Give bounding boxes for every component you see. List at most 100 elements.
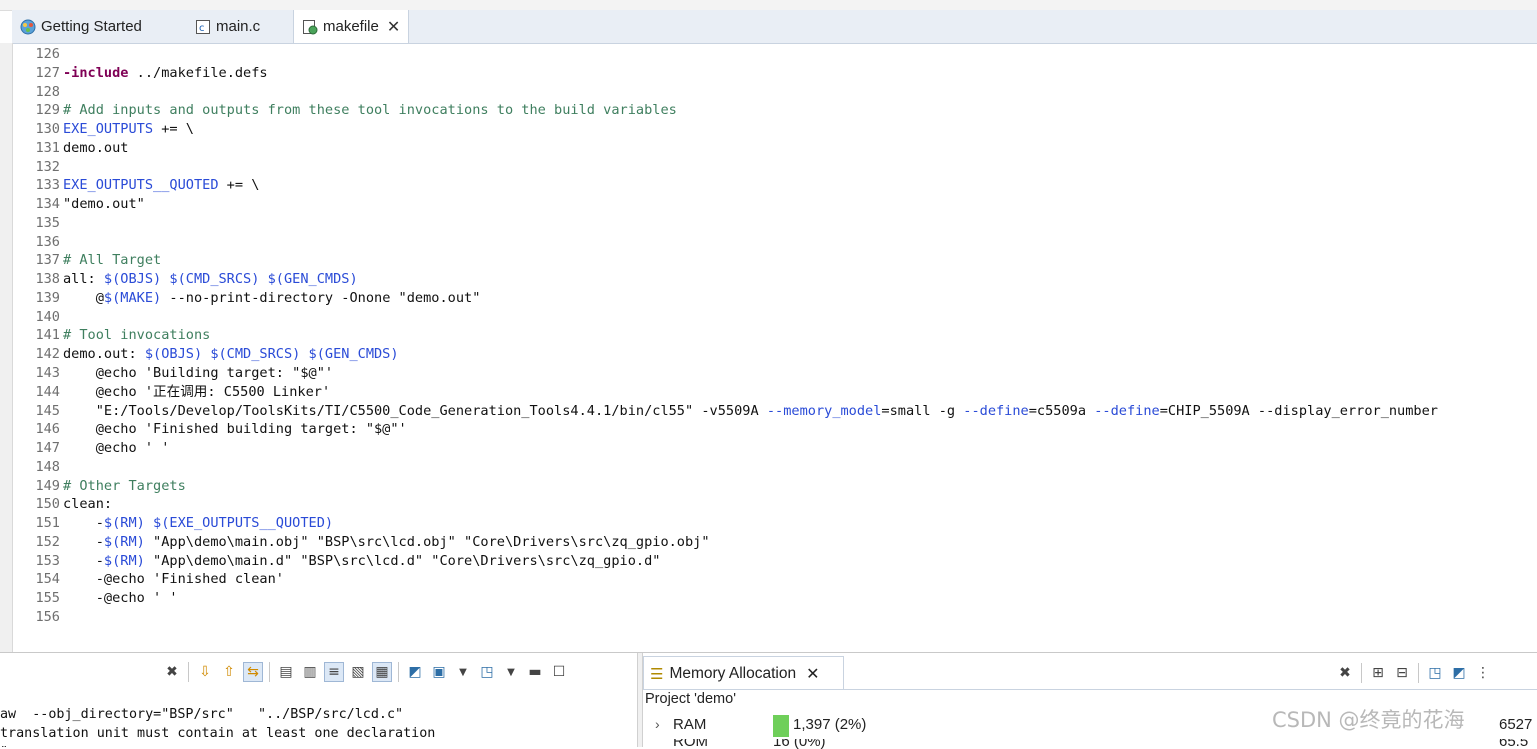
collapse-all-icon[interactable]: ⊟ <box>1392 663 1412 683</box>
memory-name: ROM <box>673 739 708 749</box>
code-token: @ <box>63 289 104 306</box>
dropdown-icon[interactable]: ▼ <box>501 662 521 682</box>
code-text: @$(MAKE) --no-print-directory -Onone "de… <box>63 289 481 308</box>
editor-tab-bar: Getting Started c main.c makefile ✕ <box>12 10 1537 44</box>
code-text: all: $(OBJS) $(CMD_SRCS) $(GEN_CMDS) <box>63 270 358 289</box>
line-number: 146 <box>35 421 60 438</box>
console-output[interactable]: aw --obj_directory="BSP/src" "../BSP/src… <box>0 705 615 747</box>
code-token: $(MAKE) <box>103 289 162 306</box>
code-text: @echo 'Building target: "$@"' <box>63 364 333 383</box>
code-token: $(OBJS) $(CMD_SRCS) $(GEN_CMDS) <box>144 346 399 363</box>
clear-console-icon[interactable]: ▧ <box>348 662 368 682</box>
close-icon[interactable]: ✕ <box>387 17 400 37</box>
tab-label: Memory Allocation <box>669 664 797 682</box>
code-text: clean: <box>63 495 112 514</box>
makefile-icon <box>302 19 318 35</box>
line-number: 131 <box>35 139 60 156</box>
console-toolbar: ✖ ⇩ ⇧ ⇆ ▤ ▥ ≡ ▧ ▦ ◩ ▣ ▼ ◳ ▼ ▬ ☐ <box>160 659 571 685</box>
tab-main-c[interactable]: c main.c <box>195 10 260 43</box>
line-number: 128 <box>35 83 60 100</box>
code-token: =c5509a <box>1028 402 1095 419</box>
code-token: "E:/Tools/Develop/ToolsKits/TI/C5500_Cod… <box>63 402 767 419</box>
line-number: 152 <box>35 533 60 550</box>
display-selected-console-icon[interactable]: ▣ <box>429 662 449 682</box>
code-token: - <box>63 533 104 550</box>
code-text: EXE_OUTPUTS__QUOTED += \ <box>63 176 259 195</box>
remove-icon[interactable]: ✖ <box>1335 663 1355 683</box>
open-console-icon[interactable]: ◳ <box>477 662 497 682</box>
code-text: -@echo 'Finished clean' <box>63 570 284 589</box>
memory-total: 6527 <box>1499 716 1533 733</box>
line-number: 129 <box>35 102 60 119</box>
tab-label: Getting Started <box>41 18 142 35</box>
line-number: 145 <box>35 402 60 419</box>
console-line: translation unit must contain at least o… <box>0 726 436 741</box>
code-token: - <box>63 515 104 532</box>
link-with-editor-icon[interactable]: ⇆ <box>243 662 263 682</box>
memory-total: 65.5 <box>1499 739 1529 749</box>
pin-icon[interactable]: ◩ <box>1449 663 1469 683</box>
code-text: # Tool invocations <box>63 326 210 345</box>
tab-memory-allocation[interactable]: ☰ Memory Allocation ✕ <box>643 656 844 690</box>
code-token: - <box>63 552 104 569</box>
dropdown-icon[interactable]: ▼ <box>453 662 473 682</box>
next-problem-icon[interactable]: ⇩ <box>195 662 215 682</box>
minimize-icon[interactable]: ▬ <box>525 662 545 682</box>
code-text: "demo.out" <box>63 195 145 214</box>
scroll-lock-icon[interactable]: ▦ <box>372 662 392 682</box>
code-token: "App\demo\main.obj" "BSP\src\lcd.obj" "C… <box>144 533 710 550</box>
line-number: 136 <box>35 233 60 250</box>
code-text: -include ../makefile.defs <box>63 64 268 83</box>
pin-console-icon[interactable]: ◩ <box>405 662 425 682</box>
show-console-icon[interactable]: ▤ <box>276 662 296 682</box>
close-icon[interactable]: ✕ <box>806 664 819 684</box>
code-token: # All Target <box>63 252 162 269</box>
code-token: @echo 'Finished building target: "$@"' <box>63 421 407 438</box>
maximize-icon[interactable]: ☐ <box>549 662 569 682</box>
code-editor[interactable]: 126 127 -include ../makefile.defs 128 129 # A… <box>13 44 1537 681</box>
code-text: @echo 'Finished building target: "$@"' <box>63 420 407 439</box>
memory-name: RAM <box>673 716 707 733</box>
memory-toolbar: ✖ ⊞ ⊟ ◳ ◩ ⋮ <box>1333 661 1495 685</box>
code-text: -$(RM) $(EXE_OUTPUTS__QUOTED) <box>63 514 333 533</box>
line-number: 148 <box>35 458 60 475</box>
code-text: "E:/Tools/Develop/ToolsKits/TI/C5500_Cod… <box>63 402 1438 421</box>
expand-all-icon[interactable]: ⊞ <box>1368 663 1388 683</box>
memory-usage: 1,397 (2%) <box>793 716 867 733</box>
tab-makefile[interactable]: makefile ✕ <box>293 10 410 43</box>
line-number: 150 <box>35 496 60 513</box>
watermark: CSDN @终竟的花海 <box>1272 708 1465 732</box>
open-icon[interactable]: ◳ <box>1425 663 1445 683</box>
code-text: # Other Targets <box>63 477 186 496</box>
code-token: --define <box>1094 402 1160 419</box>
line-number: 133 <box>35 177 60 194</box>
code-token: EXE_OUTPUTS__QUOTED <box>63 177 219 194</box>
line-number: 155 <box>35 590 60 607</box>
word-wrap-icon[interactable]: ≡ <box>324 662 344 682</box>
view-menu-icon[interactable]: ⋮ <box>1473 663 1493 683</box>
console-line: " <box>0 743 615 747</box>
line-number: 126 <box>35 46 60 62</box>
line-number: 154 <box>35 571 60 588</box>
code-token: ../makefile.defs <box>128 64 268 81</box>
previous-problem-icon[interactable]: ⇧ <box>219 662 239 682</box>
code-token: @echo 'Building target: "$@"' <box>63 365 334 382</box>
code-text: EXE_OUTPUTS += \ <box>63 120 194 139</box>
code-token: $(RM) <box>103 533 145 550</box>
tab-getting-started[interactable]: Getting Started <box>20 10 142 43</box>
memory-row-rom[interactable]: ROM 16 (0%) 65.5 <box>643 739 1537 749</box>
line-number: 135 <box>35 214 60 231</box>
code-token: += \ <box>153 121 194 138</box>
code-token: demo.out <box>63 139 129 156</box>
show-build-console-icon[interactable]: ▥ <box>300 662 320 682</box>
usage-bar <box>773 715 789 737</box>
line-number: 147 <box>35 440 60 457</box>
chevron-right-icon[interactable]: › <box>655 716 660 732</box>
remove-all-terminated-icon[interactable]: ✖ <box>162 662 182 682</box>
code-text: demo.out: $(OBJS) $(CMD_SRCS) $(GEN_CMDS… <box>63 345 399 364</box>
line-number: 141 <box>35 327 60 344</box>
code-token: --no-print-directory -Onone "demo.out" <box>161 289 481 306</box>
code-token: EXE_OUTPUTS <box>63 121 154 138</box>
code-token: --memory_model <box>766 402 882 419</box>
code-token: clean: <box>63 496 113 513</box>
